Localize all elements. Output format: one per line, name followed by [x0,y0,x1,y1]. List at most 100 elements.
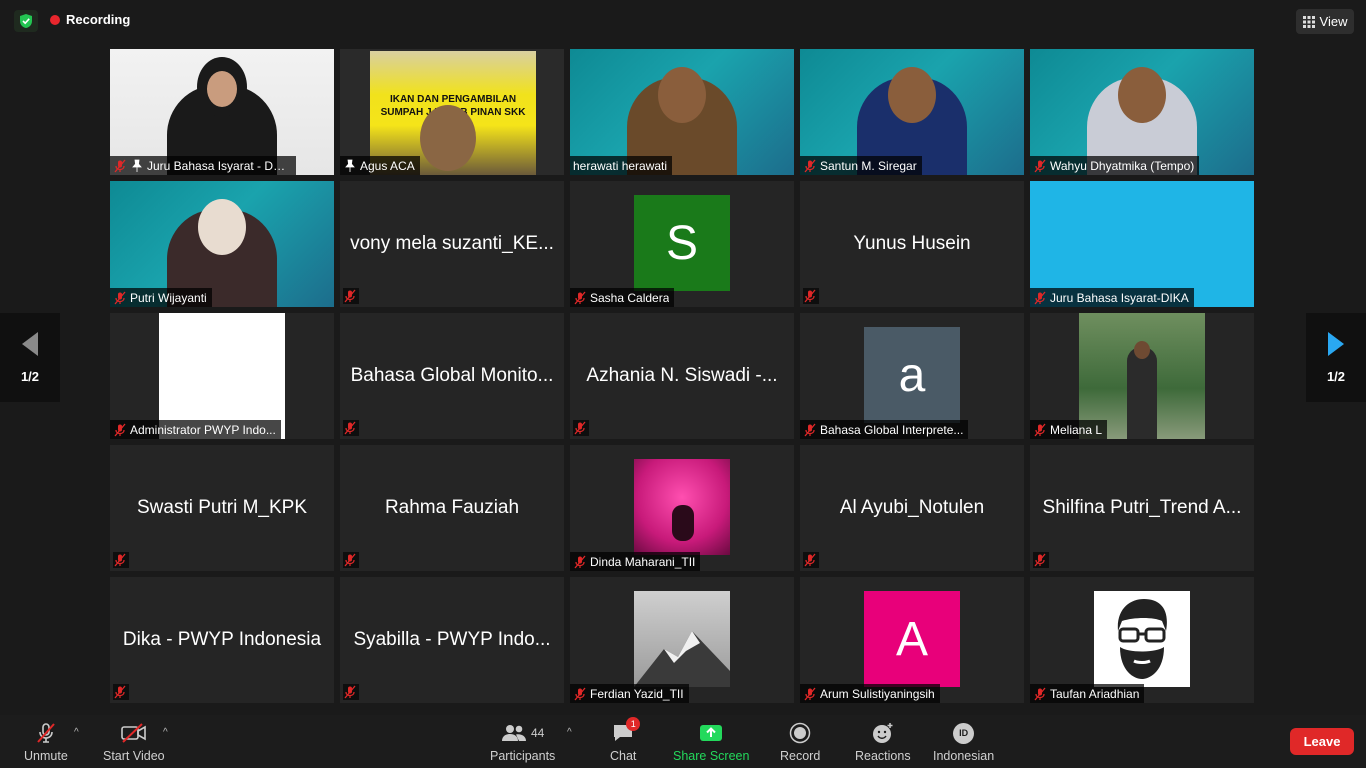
participant-tile[interactable]: Rahma Fauziah [340,445,564,571]
muted-mic-icon [574,421,585,435]
muted-mic-icon [34,721,58,745]
participant-tile[interactable]: Wahyu Dhyatmika (Tempo) [1030,49,1254,175]
participant-tile[interactable]: Al Ayubi_Notulen [800,445,1024,571]
chat-icon-wrap: 1 [612,717,641,745]
view-label: View [1319,14,1348,29]
record-icon [789,721,811,745]
record-button[interactable]: Record [780,721,820,763]
avatar-initial: a [864,327,960,423]
participant-display-name: Azhania N. Siswadi -... [586,365,778,386]
video-options-caret-icon[interactable]: ^ [163,727,168,738]
profile-picture [1094,591,1190,687]
participant-tile[interactable]: Azhania N. Siswadi -... [570,313,794,439]
participant-tile[interactable]: a Bahasa Global Interprete... [800,313,1024,439]
share-screen-icon [699,721,723,745]
participant-name: Juru Bahasa Isyarat - Dhita [147,158,291,173]
language-code-badge: ID [953,722,975,744]
interpretation-button[interactable]: ID Indonesian [933,721,994,763]
muted-mic-icon [804,423,816,436]
participant-name-label: Administrator PWYP Indo... [110,420,281,439]
top-bar: Recording View [0,0,1366,42]
participant-name: Meliana L [1050,422,1103,437]
participant-tile[interactable]: Meliana L [1030,313,1254,439]
participant-name-label: herawati herawati [570,156,673,175]
participant-tile[interactable]: Bahasa Global Monito... [340,313,564,439]
next-page-button[interactable]: 1/2 [1306,313,1366,402]
participant-name: Arum Sulistiyaningsih [820,686,935,701]
muted-indicator [1033,552,1049,568]
participant-tile[interactable]: Administrator PWYP Indo... [110,313,334,439]
participant-tile[interactable]: Shilfina Putri_Trend A... [1030,445,1254,571]
participant-tile[interactable]: A Arum Sulistiyaningsih [800,577,1024,703]
participant-tile[interactable]: Putri Wijayanti [110,181,334,307]
muted-mic-icon [804,289,815,303]
participant-display-name: Swasti Putri M_KPK [137,497,307,518]
participant-display-name: vony mela suzanti_KE... [350,233,554,254]
participant-tile[interactable]: S Sasha Caldera [570,181,794,307]
participant-name: herawati herawati [573,158,668,173]
muted-indicator [343,288,359,304]
recording-dot-icon [50,14,60,25]
leave-button[interactable]: Leave [1290,728,1354,755]
participants-button[interactable]: 44 Participants [490,721,555,763]
participants-label: Participants [490,749,556,763]
participant-tile[interactable]: herawati herawati [570,49,794,175]
spotlight-pin-icon [132,159,142,172]
muted-mic-icon [804,159,816,172]
reactions-button[interactable]: Reactions [855,721,911,763]
participant-name: Juru Bahasa Isyarat-DIKA [1050,290,1189,305]
participants-caret-icon[interactable]: ^ [567,727,572,738]
profile-picture [634,459,730,555]
participant-name-label: Meliana L [1030,420,1108,439]
view-button[interactable]: View [1296,9,1354,34]
participant-tile[interactable]: IKAN DAN PENGAMBILAN SUMPAH J PEJAB PINA… [340,49,564,175]
participant-tile[interactable]: Yunus Husein [800,181,1024,307]
participant-tile[interactable]: Juru Bahasa Isyarat - Dhita [110,49,334,175]
share-screen-label: Share Screen [673,749,750,763]
participant-name: Dinda Maharani_TII [590,554,696,569]
video-off-icon [120,721,148,745]
participant-tile[interactable]: vony mela suzanti_KE... [340,181,564,307]
gallery-grid: Juru Bahasa Isyarat - Dhita IKAN DAN PENG… [110,49,1256,705]
participant-tile[interactable]: Santun M. Siregar [800,49,1024,175]
participant-name: Wahyu Dhyatmika (Tempo) [1050,158,1195,173]
start-video-label: Start Video [103,749,165,763]
previous-page-button[interactable]: 1/2 [0,313,60,402]
interpretation-icon: ID [953,721,975,745]
muted-indicator [113,552,129,568]
unmute-button[interactable]: Unmute [24,721,68,763]
participant-tile[interactable]: Dinda Maharani_TII [570,445,794,571]
security-shield-icon[interactable] [14,10,38,32]
participant-name-label: Agus ACA [340,156,420,175]
participant-tile[interactable]: Swasti Putri M_KPK [110,445,334,571]
chat-button[interactable]: 1 Chat [610,717,641,763]
participant-display-name: Bahasa Global Monito... [350,365,554,386]
muted-indicator [803,288,819,304]
start-video-button[interactable]: Start Video [103,721,165,763]
page-indicator-right: 1/2 [1326,369,1346,384]
share-screen-button[interactable]: Share Screen [673,721,749,763]
muted-mic-icon [344,685,355,699]
audio-options-caret-icon[interactable]: ^ [74,727,79,738]
participant-name: Ferdian Yazid_TII [590,686,684,701]
unmute-label: Unmute [24,749,68,763]
participant-tile[interactable]: Dika - PWYP Indonesia [110,577,334,703]
muted-mic-icon [574,555,586,568]
arrow-left-icon [22,332,38,356]
muted-mic-icon [114,423,126,436]
muted-mic-icon [1034,159,1046,172]
muted-mic-icon [574,291,586,304]
meeting-toolbar: Unmute ^ Start Video ^ 44 Participants ^… [0,715,1366,768]
muted-mic-icon [1034,553,1045,567]
record-label: Record [780,749,821,763]
participant-name-label: Arum Sulistiyaningsih [800,684,940,703]
participants-icon-wrap: 44 [501,721,544,745]
participant-tile[interactable]: Syabilla - PWYP Indo... [340,577,564,703]
participant-tile[interactable]: Ferdian Yazid_TII [570,577,794,703]
participant-name-label: Juru Bahasa Isyarat - Dhita [110,156,296,175]
participant-tile[interactable]: Taufan Ariadhian [1030,577,1254,703]
muted-mic-icon [1034,291,1046,304]
reactions-smiley-icon [871,721,895,745]
participant-tile[interactable]: Juru Bahasa Isyarat-DIKA [1030,181,1254,307]
recording-indicator[interactable]: Recording [50,12,130,27]
